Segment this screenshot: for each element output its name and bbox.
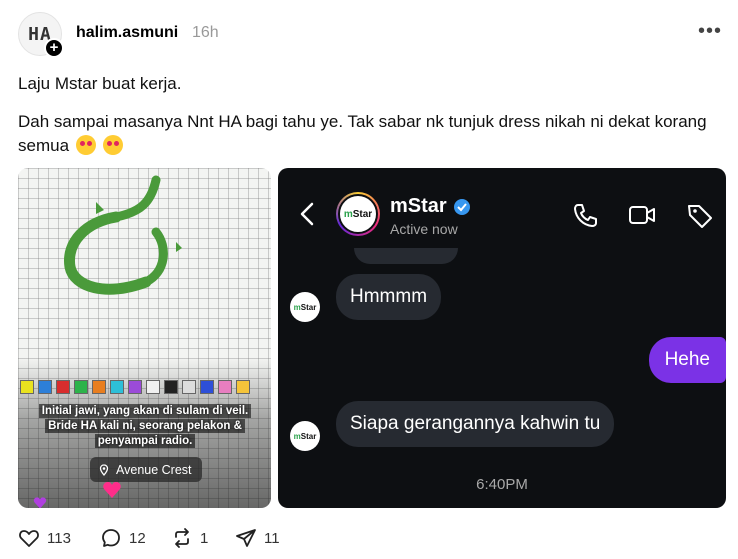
reply-button[interactable]: 12 bbox=[100, 527, 146, 549]
reply-count: 12 bbox=[129, 529, 146, 547]
contact-name: mStar bbox=[390, 195, 447, 217]
message-received: Siapa gerangannya kahwin tu bbox=[336, 401, 615, 447]
repost-button[interactable]: 1 bbox=[171, 527, 208, 549]
heart-icon bbox=[19, 530, 39, 547]
follow-plus-icon[interactable]: + bbox=[44, 38, 64, 58]
color-chip bbox=[236, 380, 250, 394]
back-chevron-icon bbox=[300, 202, 314, 226]
post-text-line1: Laju Mstar buat kerja. bbox=[18, 74, 182, 93]
video-call-icon bbox=[629, 206, 655, 224]
repost-count: 1 bbox=[200, 529, 209, 547]
contact-small-avatar: m Star bbox=[290, 292, 320, 322]
color-chip bbox=[38, 380, 52, 394]
heart-eyes-emoji-icon bbox=[75, 135, 96, 155]
share-count: 11 bbox=[264, 529, 280, 547]
verified-badge-icon bbox=[453, 198, 470, 215]
send-icon bbox=[236, 529, 256, 547]
like-button[interactable]: 113 bbox=[18, 527, 71, 549]
color-chip bbox=[20, 380, 34, 394]
contact-name-row: mStar bbox=[390, 195, 471, 218]
color-chip bbox=[182, 380, 196, 394]
share-button[interactable]: 11 bbox=[235, 527, 280, 549]
jawi-initial-drawing bbox=[64, 175, 182, 295]
color-chip bbox=[128, 380, 142, 394]
post-time: 16h bbox=[192, 24, 219, 41]
previous-message-bubble bbox=[354, 248, 458, 264]
location-label: Avenue Crest bbox=[116, 462, 192, 477]
color-chip bbox=[200, 380, 214, 394]
smiling-hearts-emoji-icon bbox=[102, 135, 123, 155]
color-chip bbox=[146, 380, 160, 394]
color-chip bbox=[218, 380, 232, 394]
color-chip bbox=[56, 380, 70, 394]
repost-icon bbox=[175, 528, 189, 548]
post-text-line2: Dah sampai masanya Nnt HA bagi tahu ye. … bbox=[18, 110, 718, 158]
location-sticker[interactable]: Avenue Crest bbox=[90, 457, 202, 482]
phone-call-icon bbox=[574, 204, 597, 227]
heart-sticker-icon bbox=[103, 482, 121, 498]
color-chip bbox=[92, 380, 106, 394]
contact-status: Active now bbox=[390, 221, 458, 237]
comment-icon bbox=[102, 529, 120, 547]
contact-avatar: m Star bbox=[336, 192, 380, 236]
post-photo-embroidery[interactable]: Initial jawi, yang akan di sulam di veil… bbox=[18, 168, 271, 508]
location-pin-icon bbox=[99, 463, 109, 476]
contact-avatar-text: Star bbox=[352, 208, 373, 220]
like-count: 113 bbox=[47, 529, 71, 547]
message-sent: Hehe bbox=[648, 337, 726, 383]
author-username[interactable]: halim.asmuni bbox=[76, 24, 178, 42]
photo-caption: Initial jawi, yang akan di sulam di veil… bbox=[36, 404, 254, 449]
color-chip bbox=[110, 380, 124, 394]
tag-icon bbox=[688, 205, 712, 228]
contact-small-avatar: m Star bbox=[290, 421, 320, 451]
photo-caption-text: Initial jawi, yang akan di sulam di veil… bbox=[38, 404, 252, 448]
purple-heart-sticker-icon bbox=[33, 497, 47, 508]
message-received: Hmmmm bbox=[336, 274, 442, 320]
color-chip bbox=[164, 380, 178, 394]
post-photo-dm-screenshot[interactable]: m Star mStar Active now m Star Hmmmm Hehe … bbox=[278, 168, 726, 508]
more-options-icon[interactable]: ••• bbox=[698, 20, 722, 43]
message-timestamp: 6:40PM bbox=[476, 476, 528, 493]
color-chip bbox=[74, 380, 88, 394]
color-chip-strip bbox=[18, 374, 271, 400]
